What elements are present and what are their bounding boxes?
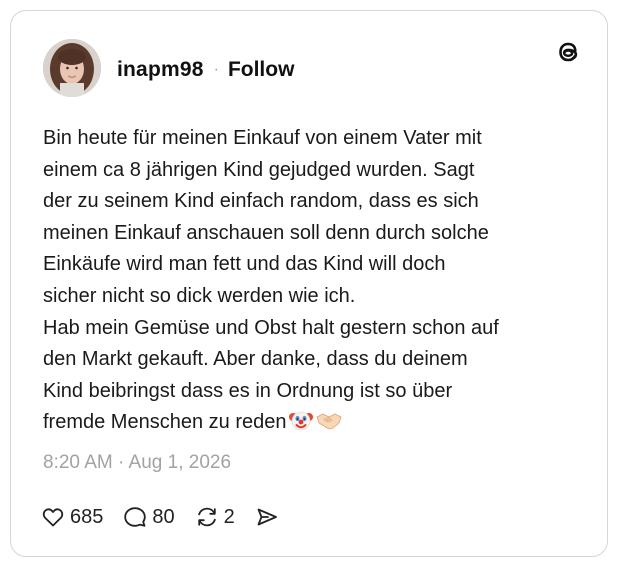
handshake-icon: [316, 413, 342, 430]
like-count: 685: [70, 505, 104, 528]
post-body-line: den Markt gekauft. Aber danke, dass du d…: [43, 348, 468, 371]
post-body-line: fremde Menschen zu reden: [43, 411, 287, 434]
repost-button[interactable]: 2: [195, 505, 235, 529]
post-body-line: meinen Einkauf anschauen soll denn durch…: [43, 221, 489, 244]
post-body-line: einem ca 8 jährigen Kind gejudged wurden…: [43, 158, 475, 181]
reply-button[interactable]: 80: [123, 505, 175, 529]
heart-icon: [42, 508, 64, 527]
post-body-line: Bin heute für meinen Einkauf von einem V…: [43, 127, 482, 149]
username[interactable]: inapm98: [117, 58, 204, 82]
post-header: inapm98 · Follow: [117, 57, 294, 83]
like-button[interactable]: 685: [41, 505, 103, 529]
header-separator: ·: [213, 61, 219, 78]
reply-count: 80: [152, 505, 175, 528]
repost-count: 2: [223, 505, 235, 528]
send-icon: [257, 508, 277, 526]
avatar[interactable]: [43, 39, 101, 97]
threads-logo-icon[interactable]: [553, 37, 583, 67]
post-body: Bin heute für meinen Einkauf von einem V…: [43, 123, 583, 439]
speech-bubble-icon: [124, 507, 147, 527]
share-button[interactable]: [255, 505, 284, 529]
post-body-last-line: fremde Menschen zu reden: [43, 407, 583, 439]
post-card: inapm98 · Follow Bin heute für meinen Ei…: [10, 10, 608, 557]
post-body-line: Einkäufe wird man fett und das Kind will…: [43, 253, 446, 276]
action-bar: 685 80 2: [41, 503, 304, 531]
clown-face-icon: [289, 412, 314, 431]
post-body-line: Hab mein Gemüse und Obst halt gestern sc…: [43, 316, 499, 339]
avatar-image: [43, 39, 101, 97]
post-body-line: sicher nicht so dick werden wie ich.: [43, 284, 356, 307]
post-timestamp[interactable]: 8:20 AM · Aug 1, 2026: [43, 452, 231, 474]
post-body-line: Kind beibringst dass es in Ordnung ist s…: [43, 379, 453, 402]
follow-button[interactable]: Follow: [228, 58, 295, 82]
post-body-line: der zu seinem Kind einfach random, dass …: [43, 190, 479, 213]
repost-icon: [197, 507, 216, 527]
